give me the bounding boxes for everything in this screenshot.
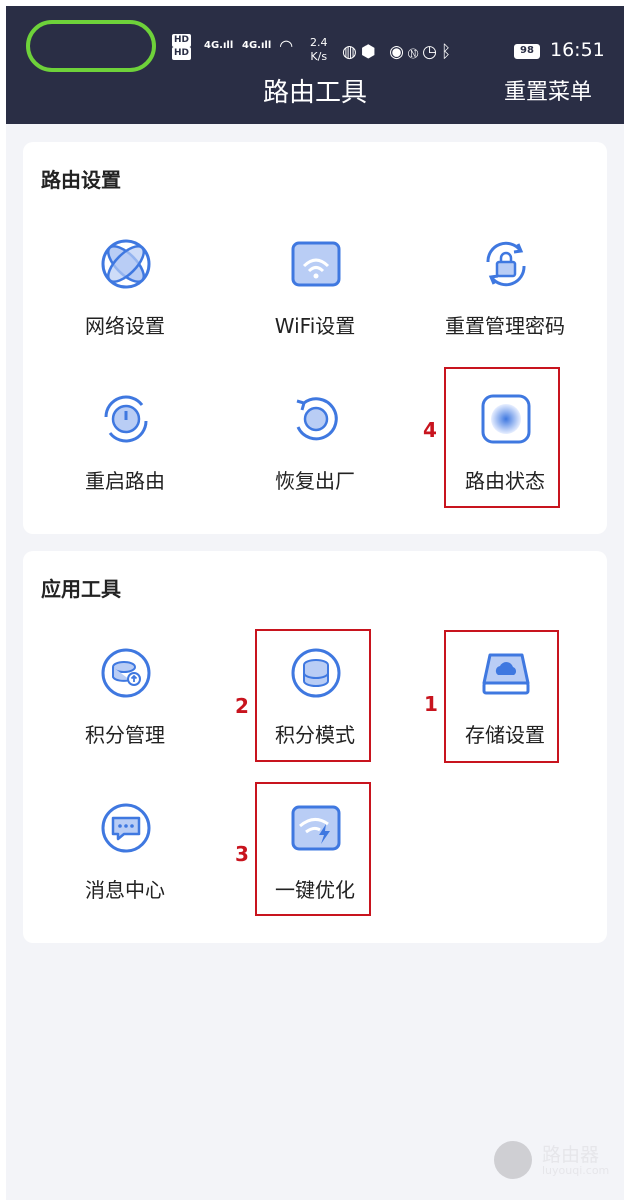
tile-label: 恢复出厂 xyxy=(275,469,355,493)
network-speed: 2.4 K/s xyxy=(310,36,328,63)
tile-label: WiFi设置 xyxy=(274,314,356,338)
battery-icon: 98 xyxy=(514,44,540,59)
nfc-icon: Ⓝ xyxy=(407,42,423,62)
hd-indicators: HD HD xyxy=(172,34,194,60)
header-bar: HD HD 4G.ıll 4G.ıll ◠ 2.4 K/s ◍⬢ ◉Ⓝ◷ᛒ 98… xyxy=(6,6,624,124)
signal-sim2-icon: 4G.ıll xyxy=(242,40,272,51)
tile-wifi-settings[interactable]: WiFi设置 xyxy=(220,212,410,362)
tile-label: 重启路由 xyxy=(85,469,165,493)
annotation-mark-1: 1 xyxy=(424,692,438,716)
points-manage-icon xyxy=(100,647,152,699)
hand-status-icon: ⬢ xyxy=(360,42,380,62)
reset-menu-button[interactable]: 重置菜单 xyxy=(504,74,592,106)
wifi-icon xyxy=(290,238,342,290)
alarm-icon: ◷ xyxy=(422,42,441,62)
factory-reset-icon xyxy=(290,393,342,445)
tile-label: 积分管理 xyxy=(85,723,165,747)
tile-points-management[interactable]: 积分管理 xyxy=(30,621,220,771)
eye-icon: ◉ xyxy=(389,42,408,62)
hd2-icon: HD xyxy=(172,47,192,60)
watermark-text: 路由器 xyxy=(542,1144,600,1166)
hd1-icon: HD xyxy=(172,34,192,47)
tile-label: 消息中心 xyxy=(85,878,165,902)
watermark-logo-icon xyxy=(494,1141,532,1179)
globe-icon xyxy=(100,238,152,290)
tile-restart-router[interactable]: 重启路由 xyxy=(30,367,220,517)
highlight-box-one-click-optimize xyxy=(255,782,371,916)
wifi-status-icon: ◠ xyxy=(280,36,293,55)
section-title: 应用工具 xyxy=(41,577,121,601)
watermark-url: luyouqi.com xyxy=(542,1164,610,1177)
annotation-mark-3: 3 xyxy=(235,842,249,866)
tile-reset-admin-password[interactable]: 重置管理密码 xyxy=(410,212,600,362)
annotation-mark-2: 2 xyxy=(235,694,249,718)
clock: 16:51 xyxy=(550,39,605,61)
status-icons: ◍⬢ ◉Ⓝ◷ᛒ xyxy=(342,42,455,62)
highlight-box-router-status xyxy=(444,367,560,508)
message-icon xyxy=(100,802,152,854)
globe-status-icon: ◍ xyxy=(342,42,361,62)
signal-sim1-icon: 4G.ıll xyxy=(204,40,234,51)
tile-message-center[interactable]: 消息中心 xyxy=(30,776,220,926)
call-indicator-pill[interactable] xyxy=(26,20,156,72)
app-screen: HD HD 4G.ıll 4G.ıll ◠ 2.4 K/s ◍⬢ ◉Ⓝ◷ᛒ 98… xyxy=(6,6,624,1200)
power-restart-icon xyxy=(100,393,152,445)
highlight-box-points-mode xyxy=(255,629,371,762)
tile-factory-reset[interactable]: 恢复出厂 xyxy=(220,367,410,517)
lock-reset-icon xyxy=(480,238,532,290)
bluetooth-icon: ᛒ xyxy=(440,42,456,62)
annotation-mark-4: 4 xyxy=(423,418,437,442)
watermark: 路由器 luyouqi.com xyxy=(494,1138,609,1188)
tile-label: 网络设置 xyxy=(85,314,165,338)
tile-label: 重置管理密码 xyxy=(445,314,565,338)
highlight-box-storage-settings xyxy=(444,630,559,763)
section-title: 路由设置 xyxy=(41,168,121,192)
tile-network-settings[interactable]: 网络设置 xyxy=(30,212,220,362)
